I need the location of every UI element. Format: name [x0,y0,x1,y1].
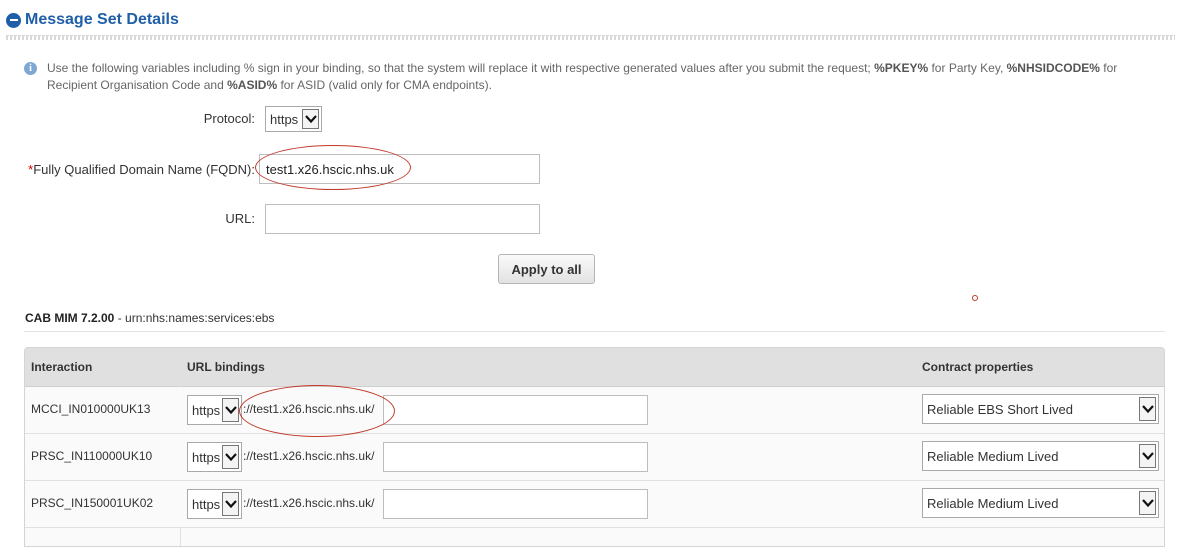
bindings-table: Interaction URL bindings Contract proper… [24,347,1165,547]
header-url-bindings: URL bindings [187,360,265,374]
fixed-url-prefix: ://test1.x26.hscic.nhs.uk/ [243,402,375,416]
binding-path-input[interactable] [383,442,648,472]
info-text: Use the following variables including % … [47,61,1118,92]
section-header[interactable]: Message Set Details [6,9,179,31]
fixed-url-prefix: ://test1.x26.hscic.nhs.uk/ [243,449,375,463]
protocol-label: Protocol: [203,111,255,126]
header-interaction: Interaction [31,360,93,374]
binding-path-input[interactable] [383,489,648,519]
annotation-dot [972,295,978,301]
fqdn-label-text: Fully Qualified Domain Name (FQDN): [33,162,255,177]
interaction-name: PRSC_IN110000UK10 [31,449,153,463]
table-row: PRSC_IN150001UK02 https ://test1.x26.hsc… [25,481,1164,528]
info-icon: i [24,62,37,75]
chevron-down-icon [1139,444,1156,468]
protocol-select-value: https [270,111,299,127]
fqdn-input[interactable]: test1.x26.hscic.nhs.uk [259,154,540,184]
apply-to-all-button[interactable]: Apply to all [498,254,595,284]
chevron-down-icon [222,445,239,469]
table-header: Interaction URL bindings Contract proper… [25,348,1164,387]
row-protocol-select[interactable]: https [187,395,242,425]
fqdn-label: *Fully Qualified Domain Name (FQDN): [20,162,255,177]
info-message: i Use the following variables including … [24,60,1136,94]
row-protocol-select[interactable]: https [187,489,242,519]
protocol-select[interactable]: https [265,106,322,132]
url-input[interactable] [265,204,540,234]
fixed-url-prefix: ://test1.x26.hscic.nhs.uk/ [243,496,375,510]
service-heading: CAB MIM 7.2.00 - urn:nhs:names:services:… [25,311,275,325]
contract-select[interactable]: Reliable Medium Lived [922,441,1159,471]
chevron-down-icon [302,109,319,129]
contract-select[interactable]: Reliable EBS Short Lived [922,394,1159,424]
section-title: Message Set Details [25,11,179,28]
row-protocol-select[interactable]: https [187,442,242,472]
chevron-down-icon [222,492,239,516]
table-row: MCCI_IN010000UK13 https ://test1.x26.hsc… [25,387,1164,434]
table-row: PRSC_IN110000UK10 https ://test1.x26.hsc… [25,434,1164,481]
header-contract-properties: Contract properties [922,360,1034,374]
contract-select[interactable]: Reliable Medium Lived [922,488,1159,518]
service-urn: urn:nhs:names:services:ebs [125,311,275,325]
chevron-down-icon [1139,397,1156,421]
collapse-icon[interactable] [6,12,21,28]
service-name: CAB MIM 7.2.00 [25,311,115,325]
interaction-name: MCCI_IN010000UK13 [31,402,151,416]
header-divider [6,35,1175,40]
binding-path-input[interactable] [383,395,648,425]
chevron-down-icon [222,398,239,422]
chevron-down-icon [1139,491,1156,515]
interaction-name: PRSC_IN150001UK02 [31,496,154,510]
url-label: URL: [225,211,255,226]
service-divider [24,331,1165,332]
fqdn-input-value: test1.x26.hscic.nhs.uk [266,161,394,177]
